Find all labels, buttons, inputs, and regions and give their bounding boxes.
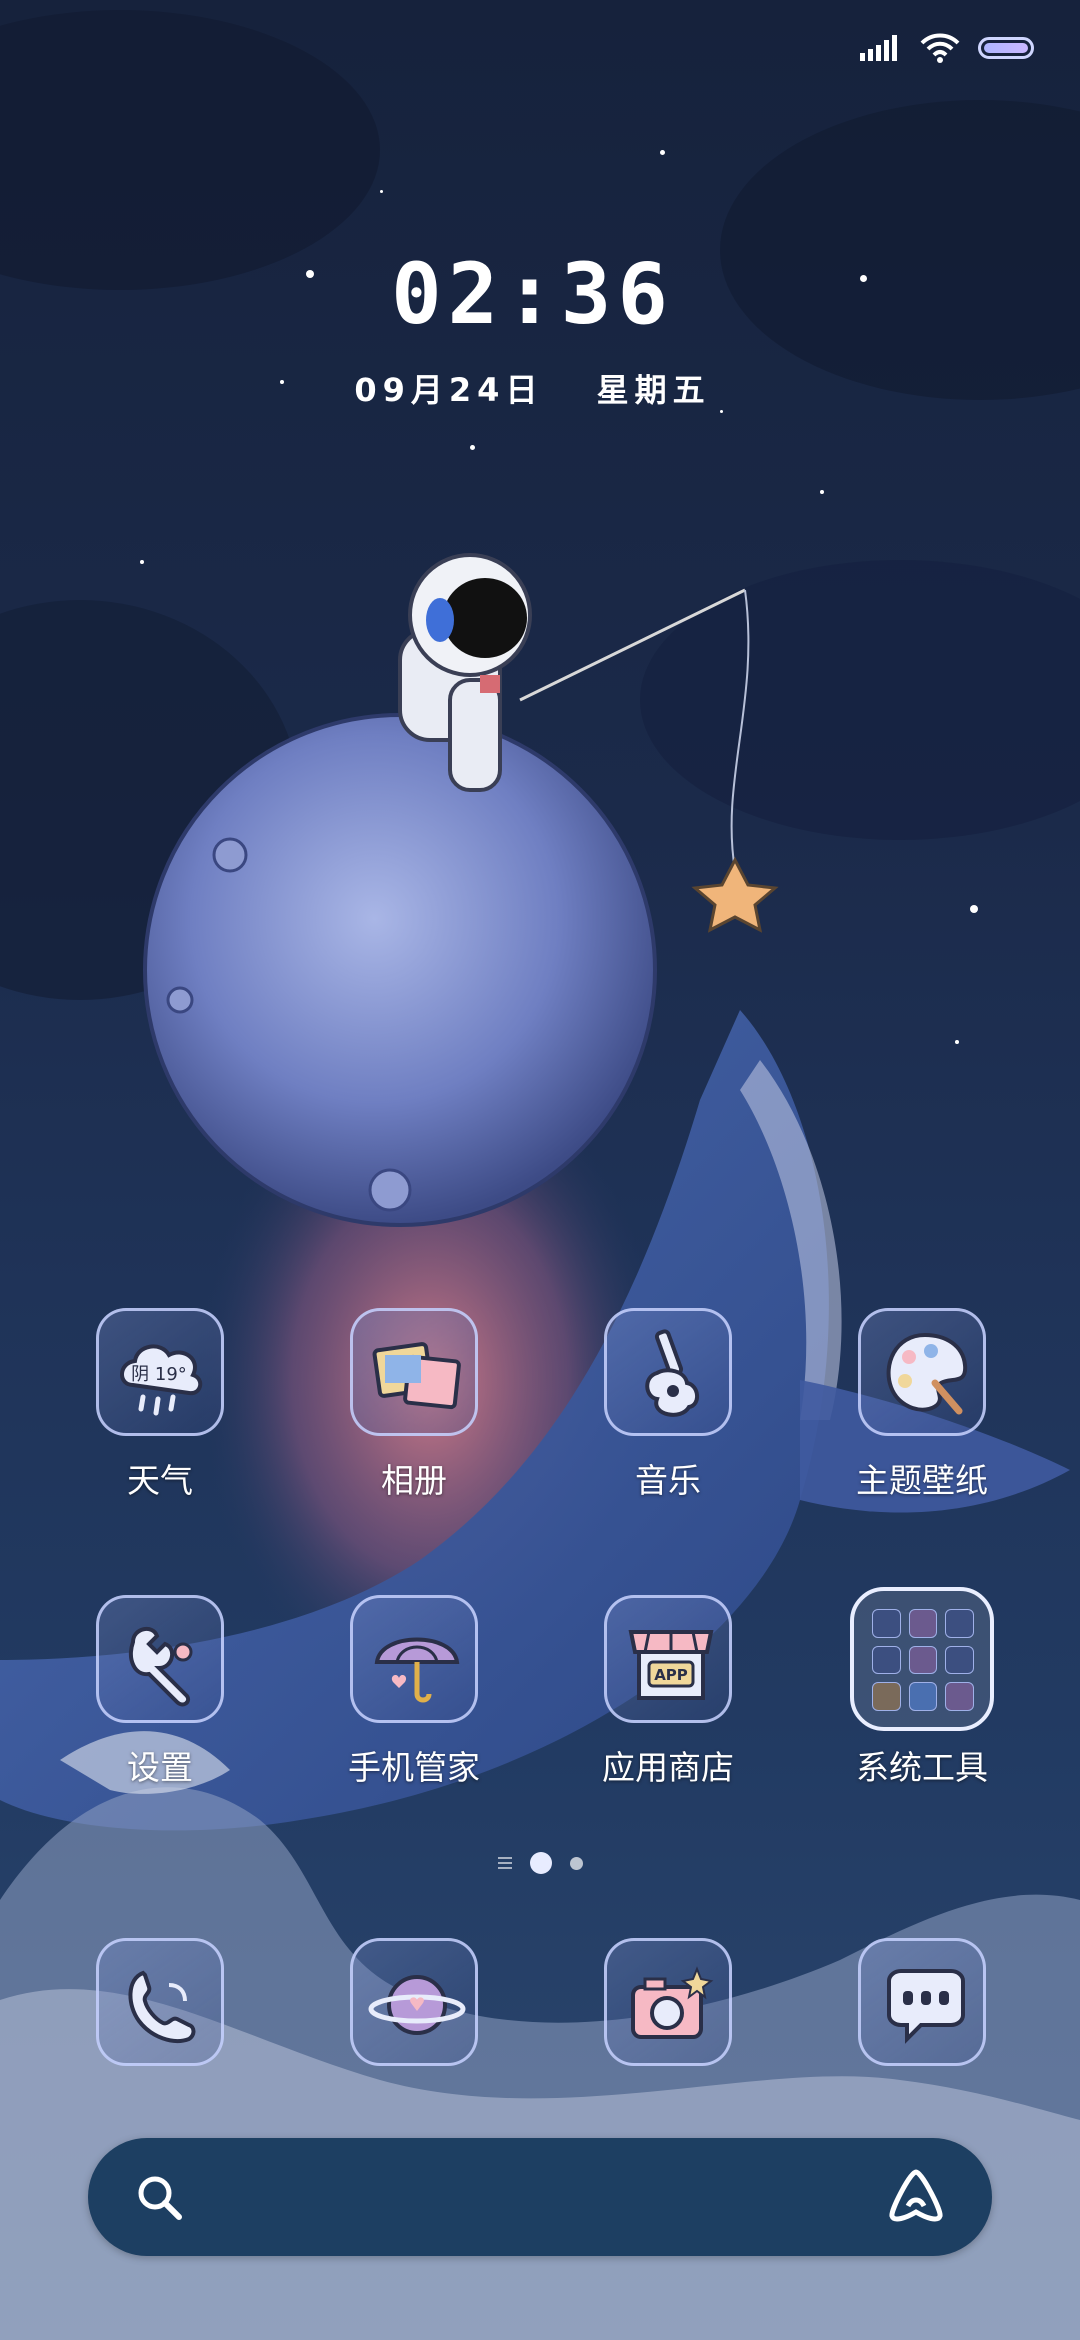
phone-icon [96, 1938, 224, 2066]
mini-app-icon [908, 1645, 938, 1675]
app-gallery[interactable]: 相册 [314, 1308, 514, 1502]
app-label-settings: 设置 [127, 1748, 193, 1787]
battery-icon [978, 37, 1034, 59]
page-dot [569, 1856, 583, 1870]
status-bar [860, 28, 1034, 68]
dock-messages[interactable] [822, 1938, 1022, 2066]
page-dot-active [529, 1852, 552, 1874]
app-label-system-tools: 系统工具 [856, 1748, 988, 1787]
mini-app-icon [945, 1609, 974, 1638]
mini-app-icon [945, 1682, 974, 1711]
signal-bars-icon [860, 35, 897, 61]
app-store-icon: APP [604, 1595, 732, 1723]
dock-phone[interactable] [60, 1938, 260, 2066]
dock-browser[interactable] [314, 1938, 514, 2066]
planet-browser-icon [350, 1938, 478, 2066]
wifi-icon [920, 33, 960, 63]
app-label-music: 音乐 [635, 1461, 701, 1500]
clock-time[interactable]: 02:36 [0, 245, 1065, 343]
mini-app-icon [908, 1682, 938, 1711]
app-label-weather: 天气 [127, 1461, 193, 1500]
app-label-store: 应用商店 [602, 1748, 734, 1787]
clock-weekday: 星期五 [596, 371, 711, 409]
search-bar[interactable] [88, 2138, 992, 2256]
search-icon[interactable] [134, 2172, 184, 2222]
app-label-phone-manager: 手机管家 [348, 1748, 480, 1787]
assistant-icon[interactable] [886, 2168, 946, 2224]
app-label-themes: 主题壁纸 [856, 1461, 988, 1500]
home-screen: 02:36 09月24日 星期五 阴 19° 天气 相册 音乐 主题壁纸 设置 … [0, 0, 1080, 2340]
weather-cloud-icon: 阴 19° [96, 1308, 224, 1436]
clock-date-row[interactable]: 09月24日 星期五 [0, 365, 1065, 411]
app-settings[interactable]: 设置 [60, 1595, 260, 1789]
app-store-badge: APP [654, 1666, 688, 1684]
messages-icon [858, 1938, 986, 2066]
mini-app-icon [872, 1609, 901, 1638]
folder-icon [850, 1587, 994, 1731]
dock-camera[interactable] [568, 1938, 768, 2066]
app-phone-manager[interactable]: 手机管家 [314, 1595, 514, 1789]
page-indicator-menu [497, 1857, 512, 1869]
folder-system-tools[interactable]: 系统工具 [822, 1587, 1022, 1789]
palette-icon [858, 1308, 986, 1436]
app-weather[interactable]: 阴 19° 天气 [60, 1308, 260, 1502]
clock-date: 09月24日 [354, 371, 544, 409]
wrench-icon [96, 1595, 224, 1723]
page-indicator[interactable] [0, 1852, 1080, 1874]
app-themes[interactable]: 主题壁纸 [822, 1308, 1022, 1502]
mini-app-icon [908, 1609, 938, 1638]
app-music[interactable]: 音乐 [568, 1308, 768, 1502]
mini-app-icon [872, 1645, 901, 1675]
mini-app-icon [945, 1645, 974, 1675]
camera-icon [604, 1938, 732, 2066]
gallery-photos-icon [350, 1308, 478, 1436]
mini-app-icon [872, 1682, 901, 1711]
app-store[interactable]: APP 应用商店 [568, 1595, 768, 1789]
weather-badge: 阴 19° [131, 1364, 187, 1385]
umbrella-icon [350, 1595, 478, 1723]
guitar-icon [604, 1308, 732, 1436]
app-label-gallery: 相册 [381, 1461, 447, 1500]
